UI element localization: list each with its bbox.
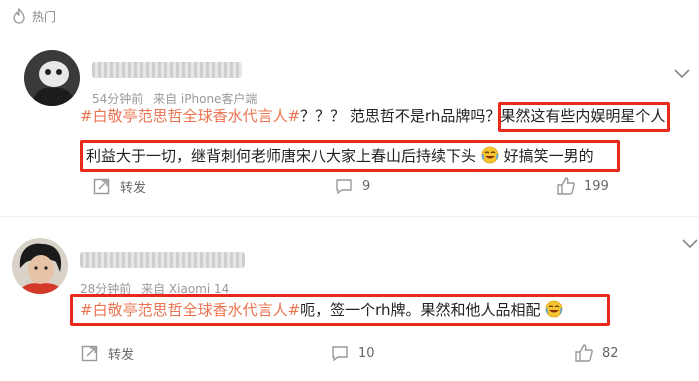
- divider: [0, 216, 699, 217]
- avatar[interactable]: [12, 238, 68, 294]
- comment-icon: [332, 346, 348, 362]
- avatar[interactable]: [24, 50, 80, 106]
- highlight-box: [478, 140, 620, 172]
- repost-button[interactable]: 转发: [80, 343, 134, 363]
- chevron-down-icon[interactable]: [681, 238, 699, 250]
- thumbs-up-icon: [575, 344, 593, 362]
- hot-section-header: 热门: [12, 6, 56, 26]
- repost-icon: [81, 345, 98, 362]
- username-blurred[interactable]: [80, 252, 245, 268]
- comment-button[interactable]: 10: [330, 343, 375, 363]
- comment-count: 10: [358, 345, 375, 361]
- repost-icon: [93, 178, 110, 195]
- hot-section-label: 热门: [32, 9, 57, 24]
- highlight-box: [498, 102, 670, 132]
- like-count: 82: [602, 345, 619, 361]
- comment-icon: [336, 179, 352, 195]
- repost-label: 转发: [120, 180, 147, 196]
- highlight-box: [70, 294, 610, 326]
- thumbs-up-icon: [557, 177, 575, 195]
- like-button[interactable]: 82: [574, 343, 619, 363]
- highlight-box: [80, 140, 480, 172]
- repost-button[interactable]: 转发: [92, 176, 146, 196]
- comment-text: ？？？ 范思哲不是rh品牌吗？: [300, 107, 501, 125]
- flame-icon: [13, 8, 25, 24]
- hashtag-link[interactable]: #白敬亭范思哲全球香水代言人#: [80, 107, 300, 125]
- comment-button[interactable]: 9: [334, 176, 370, 196]
- chevron-down-icon[interactable]: [673, 68, 691, 80]
- like-count: 199: [584, 178, 609, 194]
- username-blurred[interactable]: [92, 62, 242, 78]
- comment-count: 9: [362, 178, 371, 194]
- repost-label: 转发: [108, 347, 135, 363]
- like-button[interactable]: 199: [556, 176, 609, 196]
